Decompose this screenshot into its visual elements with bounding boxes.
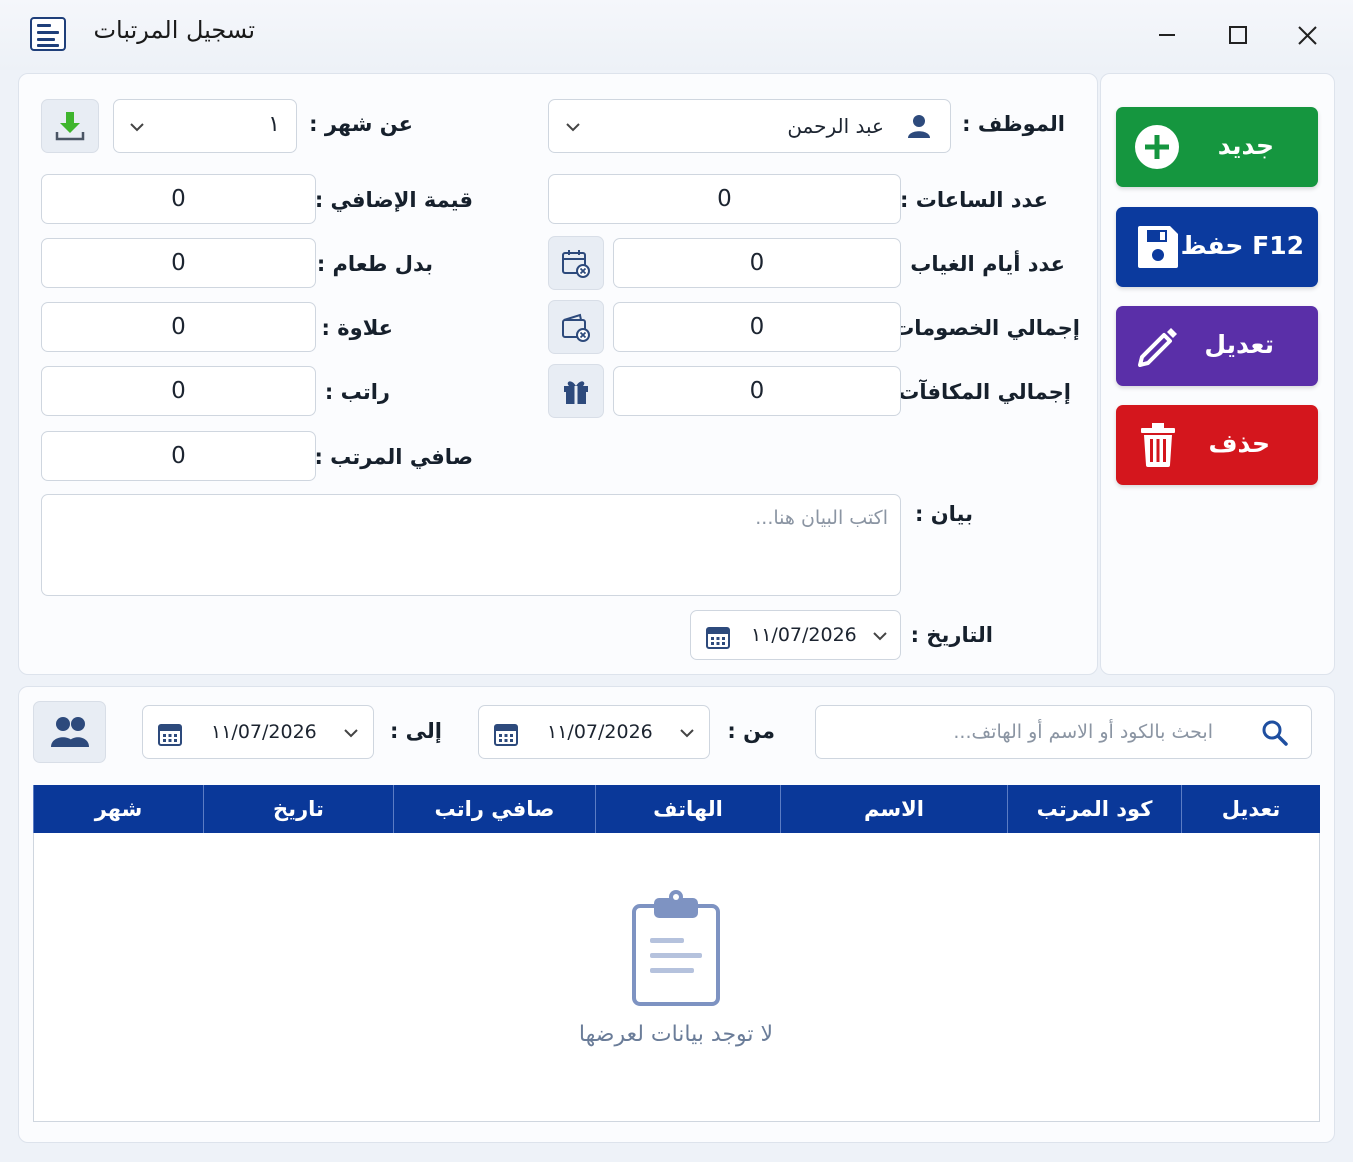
employee-label: الموظف :: [962, 112, 1065, 136]
rewards-label: إجمالي المكافآت :: [882, 380, 1071, 404]
calendar-x-icon: [562, 250, 590, 278]
month-select[interactable]: ١: [113, 99, 297, 153]
net-salary-label: صافي المرتب :: [314, 445, 473, 469]
window-title: تسجيل المرتبات: [93, 16, 255, 44]
salary-input[interactable]: 0: [41, 366, 316, 416]
save-button[interactable]: F12 حفظ: [1116, 207, 1318, 287]
users-icon: [50, 717, 89, 747]
food-label: بدل طعام :: [316, 252, 433, 276]
to-label: إلى :: [389, 719, 442, 743]
table-header: تعديل كود المرتب الاسم الهاتف صافي راتب …: [33, 785, 1320, 833]
to-date-value: ١١/07/2026: [211, 721, 317, 743]
maximize-icon[interactable]: [1220, 18, 1254, 52]
gift-icon: [564, 381, 588, 404]
new-label: جديد: [1217, 131, 1274, 160]
app-icon: [30, 17, 66, 51]
rewards-button[interactable]: [548, 364, 604, 418]
search-input[interactable]: ابحث بالكود أو الاسم أو الهاتف...: [815, 705, 1312, 759]
search-placeholder: ابحث بالكود أو الاسم أو الهاتف...: [953, 721, 1213, 743]
notes-textarea[interactable]: اكتب البيان هنا...: [41, 494, 901, 596]
chevron-down-icon: [680, 729, 694, 738]
to-date-picker[interactable]: ١١/07/2026: [142, 705, 374, 759]
bonus-label: علاوة :: [321, 316, 393, 340]
new-button[interactable]: جديد: [1116, 107, 1318, 187]
column-header-month[interactable]: شهر: [33, 785, 203, 833]
edit-label: تعديل: [1204, 330, 1274, 359]
overtime-label: قيمة الإضافي :: [314, 188, 473, 212]
chevron-down-icon: [344, 729, 358, 738]
column-header-edit[interactable]: تعديل: [1181, 785, 1320, 833]
column-header-date[interactable]: تاريخ: [203, 785, 393, 833]
close-icon[interactable]: [1290, 18, 1324, 52]
absence-label: عدد أيام الغياب :: [894, 252, 1065, 276]
from-label: من :: [727, 719, 775, 743]
clipboard-icon: [632, 890, 720, 1006]
calendar-icon: [494, 724, 518, 746]
delete-button[interactable]: حذف: [1116, 405, 1318, 485]
deductions-button[interactable]: [548, 300, 604, 354]
notes-label: بيان :: [915, 502, 973, 526]
absence-calendar-button[interactable]: [548, 236, 604, 290]
download-icon: [55, 112, 85, 141]
wallet-x-icon: [562, 313, 590, 342]
minimize-icon[interactable]: [1150, 18, 1184, 52]
food-input[interactable]: 0: [41, 238, 316, 288]
date-value: ١١/07/2026: [751, 624, 857, 646]
date-picker[interactable]: ١١/07/2026: [690, 610, 901, 660]
edit-button[interactable]: تعديل: [1116, 306, 1318, 386]
from-date-value: ١١/07/2026: [547, 721, 653, 743]
chevron-down-icon: [566, 123, 580, 132]
date-label: التاريخ :: [910, 623, 993, 647]
save-disk-icon: [1138, 226, 1178, 268]
rewards-input[interactable]: 0: [613, 366, 901, 416]
notes-placeholder: اكتب البيان هنا...: [755, 507, 888, 529]
search-icon: [1262, 720, 1288, 746]
employee-value: عبد الرحمن: [787, 114, 884, 138]
empty-state-text: لا توجد بيانات لعرضها: [578, 1022, 774, 1047]
bonus-input[interactable]: 0: [41, 302, 316, 352]
absence-input[interactable]: 0: [613, 238, 901, 288]
chevron-down-icon: [873, 632, 887, 641]
download-button[interactable]: [41, 99, 99, 153]
overtime-input[interactable]: 0: [41, 174, 316, 224]
column-header-net-salary[interactable]: صافي راتب: [393, 785, 595, 833]
deductions-label: إجمالي الخصومات :: [877, 316, 1080, 340]
hours-label: عدد الساعات :: [900, 188, 1048, 212]
column-header-code[interactable]: كود المرتب: [1007, 785, 1181, 833]
pencil-icon: [1138, 328, 1177, 367]
from-date-picker[interactable]: ١١/07/2026: [478, 705, 710, 759]
delete-label: حذف: [1208, 429, 1271, 458]
calendar-icon: [706, 627, 730, 649]
hours-input[interactable]: 0: [548, 174, 901, 224]
column-header-name[interactable]: الاسم: [780, 785, 1007, 833]
month-label: عن شهر :: [309, 112, 413, 136]
column-header-phone[interactable]: الهاتف: [595, 785, 780, 833]
calendar-icon: [158, 724, 182, 746]
net-salary-input[interactable]: 0: [41, 431, 316, 481]
deductions-input[interactable]: 0: [613, 302, 901, 352]
chevron-down-icon: [130, 123, 144, 132]
employees-button[interactable]: [33, 701, 106, 763]
employee-select[interactable]: عبد الرحمن: [548, 99, 951, 153]
save-label: F12 حفظ: [1180, 231, 1304, 260]
salary-label: راتب :: [324, 380, 390, 404]
user-icon: [908, 115, 930, 138]
month-value: ١: [268, 112, 280, 137]
plus-circle-icon: [1135, 125, 1179, 169]
trash-icon: [1141, 423, 1175, 467]
